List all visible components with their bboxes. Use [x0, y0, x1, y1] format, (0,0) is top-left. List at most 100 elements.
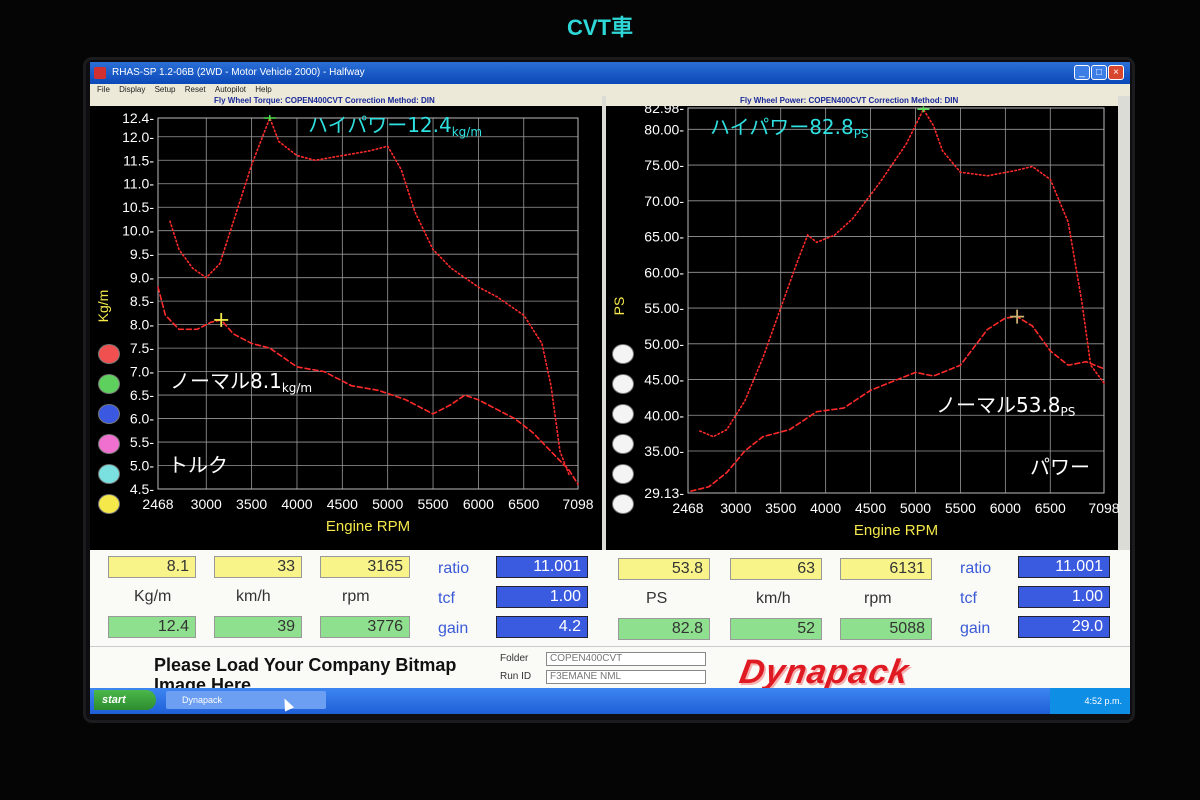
page-caption: CVT車: [566, 15, 633, 40]
torque-header: Fly Wheel Torque: COPEN400CVT Correction…: [90, 96, 602, 106]
torque-ytick-4: 6.5-: [130, 387, 154, 403]
torque-ytick-0: 4.5-: [130, 481, 154, 497]
menu-file[interactable]: File: [97, 85, 110, 94]
power-legend-dot-4[interactable]: [612, 464, 634, 484]
power-ytick-9: 75.00-: [644, 157, 684, 173]
left-unit-kgm: Kg/m: [134, 588, 172, 605]
menu-display[interactable]: Display: [119, 85, 145, 94]
torque-ylabel: Kg/m: [95, 290, 111, 323]
power-xtick-6: 5500: [945, 500, 976, 516]
power-annotation-high-value: ハイパワー82.8: [710, 115, 854, 139]
torque-xtick-6: 5500: [417, 496, 448, 512]
torque-chart: 2468 3000 3500 4000 4500 5000 5500 6000 6500 7098…: [95, 110, 594, 535]
right-unit-ps: PS: [646, 590, 668, 607]
start-button[interactable]: start: [94, 690, 156, 710]
torque-xtick-4: 4500: [327, 496, 358, 512]
left-rpm-high: 3776: [320, 616, 410, 638]
right-power-normal: 53.8: [618, 558, 710, 580]
torque-xtick-7: 6000: [463, 496, 494, 512]
torque-ytick-12: 10.5-: [122, 199, 154, 215]
torque-ytick-6: 7.5-: [130, 340, 154, 356]
torque-legend-dot-3[interactable]: [98, 434, 120, 454]
runid-field[interactable]: F3EMANE NML: [546, 670, 706, 684]
power-ytick-10: 80.00-: [644, 121, 684, 137]
torque-xtick-5: 5000: [372, 496, 403, 512]
right-rpm-high: 5088: [840, 618, 932, 640]
power-annotation-normal-value: ノーマル53.8: [936, 393, 1061, 417]
menu-reset[interactable]: Reset: [185, 85, 206, 94]
torque-annotation-label: トルク: [168, 453, 228, 477]
torque-legend-dot-1[interactable]: [98, 374, 120, 394]
power-legend-dot-3[interactable]: [612, 434, 634, 454]
power-ytick-11: 82.98-: [644, 106, 684, 116]
menu-autopilot[interactable]: Autopilot: [215, 85, 246, 94]
power-ytick-1: 35.00-: [644, 443, 684, 459]
power-panel: Fly Wheel Power: COPEN400CVT Correction …: [606, 96, 1120, 550]
torque-ytick-10: 9.5-: [130, 246, 154, 262]
runid-label: Run ID: [500, 671, 532, 682]
power-header: Fly Wheel Power: COPEN400CVT Correction …: [606, 96, 1118, 106]
title-bar: RHAS-SP 1.2-06B (2WD - Motor Vehicle 200…: [90, 62, 1130, 84]
torque-legend-dot-4[interactable]: [98, 464, 120, 484]
left-unit-rpm: rpm: [342, 588, 370, 605]
taskbar-item-dynapack[interactable]: Dynapack: [166, 691, 326, 709]
power-legend-dot-1[interactable]: [612, 374, 634, 394]
torque-annotation-high-value: ハイパワー12.4: [308, 113, 452, 137]
torque-ytick-8: 8.5-: [130, 293, 154, 309]
power-ytick-4: 50.00-: [644, 336, 684, 352]
torque-annotation-normal-value: ノーマル8.1: [170, 369, 282, 393]
torque-legend-dot-5[interactable]: [98, 494, 120, 514]
power-annotation-high-unit: PS: [854, 127, 869, 141]
minimize-button[interactable]: _: [1074, 65, 1090, 80]
torque-annotation-high-unit: kg/m: [452, 125, 482, 139]
menu-bar: File Display Setup Reset Autopilot Help: [90, 84, 1130, 96]
power-legend-dot-5[interactable]: [612, 494, 634, 514]
close-button[interactable]: ×: [1108, 65, 1124, 80]
torque-ytick-5: 7.0-: [130, 364, 154, 380]
torque-xlabel: Engine RPM: [326, 518, 410, 535]
torque-legend-dot-0[interactable]: [98, 344, 120, 364]
power-xtick-9: 7098: [1088, 500, 1119, 516]
power-legend-dot-2[interactable]: [612, 404, 634, 424]
menu-setup[interactable]: Setup: [155, 85, 176, 94]
torque-ytick-16: 12.4-: [122, 110, 154, 126]
torque-header-text: Fly Wheel Torque: COPEN400CVT Correction…: [214, 96, 435, 105]
folder-label: Folder: [500, 653, 529, 664]
power-xlabel: Engine RPM: [854, 522, 938, 539]
right-ratio-value: 11.001: [1018, 556, 1110, 578]
left-ratio-value: 11.001: [496, 556, 588, 578]
left-unit-kmh: km/h: [236, 588, 271, 605]
chart-area: Fly Wheel Torque: COPEN400CVT Correction…: [90, 96, 1130, 550]
power-legend-dot-0[interactable]: [612, 344, 634, 364]
power-xtick-4: 4500: [855, 500, 886, 516]
power-xtick-7: 6000: [990, 500, 1021, 516]
torque-xtick-0: 2468: [142, 496, 173, 512]
left-torque-normal: 8.1: [108, 556, 196, 578]
torque-xtick-1: 3000: [191, 496, 222, 512]
screen: RHAS-SP 1.2-06B (2WD - Motor Vehicle 200…: [90, 62, 1130, 714]
torque-legend-dot-2[interactable]: [98, 404, 120, 424]
power-ytick-2: 40.00-: [644, 407, 684, 423]
right-gain-value: 29.0: [1018, 616, 1110, 638]
power-chart: 2468 3000 3500 4000 4500 5000 5500 6000 6500 7098…: [611, 106, 1120, 539]
torque-ytick-2: 5.5-: [130, 434, 154, 450]
torque-ytick-11: 10.0-: [122, 223, 154, 239]
power-annotation-high: ハイパワー82.8PS: [710, 115, 869, 141]
maximize-button[interactable]: □: [1091, 65, 1107, 80]
power-annotation-label: パワー: [1030, 455, 1090, 479]
right-tcf-value: 1.00: [1018, 586, 1110, 608]
torque-annotation-normal: ノーマル8.1kg/m: [170, 369, 312, 395]
power-header-text: Fly Wheel Power: COPEN400CVT Correction …: [740, 96, 959, 105]
power-plot-frame: [687, 107, 1105, 494]
right-tcf-label: tcf: [960, 590, 977, 607]
window-title: RHAS-SP 1.2-06B (2WD - Motor Vehicle 200…: [112, 67, 365, 78]
torque-ytick-7: 8.0-: [130, 317, 154, 333]
readout-panel: 8.1 33 3165 Kg/m km/h rpm 12.4 39 3776 r…: [90, 550, 1130, 646]
menu-help[interactable]: Help: [255, 85, 271, 94]
folder-field[interactable]: COPEN400CVT: [546, 652, 706, 666]
left-ratio-label: ratio: [438, 560, 470, 577]
power-ylabel: PS: [611, 297, 627, 316]
system-tray-clock: 4:52 p.m.: [1050, 688, 1130, 714]
power-xtick-1: 3000: [720, 500, 751, 516]
power-ytick-6: 60.00-: [644, 264, 684, 280]
